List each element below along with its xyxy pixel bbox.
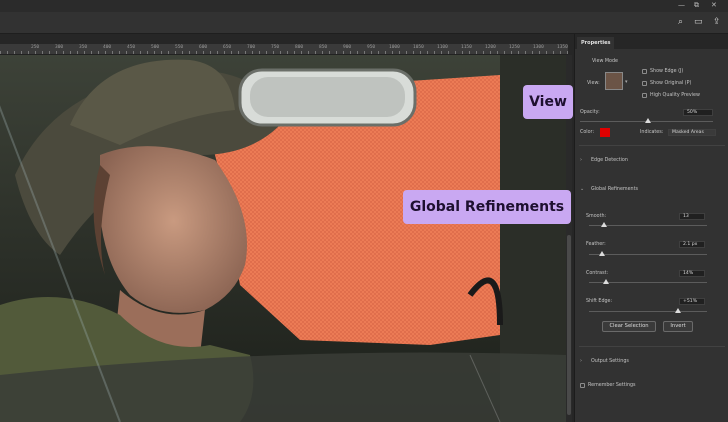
search-icon[interactable]: ⌕ [678, 17, 683, 27]
show-original-label: Show Original (P) [650, 81, 692, 86]
document-canvas[interactable] [0, 55, 566, 422]
opacity-slider-knob[interactable] [645, 118, 651, 123]
indicates-value: Masked Areas [672, 130, 704, 135]
ruler-tick: 1200 [485, 45, 496, 50]
feather-label: Feather: [586, 242, 606, 247]
feather-slider-knob[interactable] [599, 251, 605, 256]
global-refinements-label[interactable]: Global Refinements [591, 187, 638, 192]
minimize-icon[interactable]: — [678, 1, 685, 9]
share-icon[interactable]: ⇪ [713, 17, 721, 27]
ruler-tick: 1300 [533, 45, 544, 50]
scrollbar-thumb[interactable] [567, 235, 571, 415]
opacity-field[interactable]: 50% [683, 109, 713, 116]
ruler-tick: 500 [151, 45, 160, 50]
smooth-slider-knob[interactable] [601, 222, 607, 227]
smooth-field[interactable]: 13 [679, 213, 705, 220]
feather-field[interactable]: 2.1 px [679, 241, 705, 248]
ruler-tick: 550 [175, 45, 184, 50]
ruler-tick: 850 [319, 45, 328, 50]
ruler-tick: 1000 [389, 45, 400, 50]
show-original-checkbox[interactable] [642, 81, 647, 86]
indicates-label: Indicates: [640, 130, 664, 135]
ruler-tick: 650 [223, 45, 232, 50]
ruler-tick: 750 [271, 45, 280, 50]
opacity-label: Opacity: [580, 110, 600, 115]
shift-edge-slider[interactable] [589, 311, 707, 312]
shift-edge-field[interactable]: +51% [679, 298, 705, 305]
ruler-tick: 450 [127, 45, 136, 50]
smooth-label: Smooth: [586, 214, 607, 219]
ruler-tick: 900 [343, 45, 352, 50]
close-icon[interactable]: ✕ [711, 1, 717, 9]
ruler-tick: 300 [55, 45, 64, 50]
properties-panel: Properties View Mode View: ▾ Show Edge (… [574, 34, 728, 422]
color-label: Color: [580, 130, 595, 135]
color-swatch[interactable] [600, 128, 610, 137]
title-bar: — ⧉ ✕ [0, 0, 728, 12]
shift-edge-label: Shift Edge: [586, 299, 613, 304]
high-quality-checkbox[interactable] [642, 93, 647, 98]
contrast-slider-knob[interactable] [603, 279, 609, 284]
tab-properties[interactable]: Properties [577, 37, 615, 49]
ruler-tick: 250 [31, 45, 40, 50]
ruler-tick: 800 [295, 45, 304, 50]
ruler-tick: 1050 [413, 45, 424, 50]
high-quality-label: High Quality Preview [650, 93, 700, 98]
remember-settings-label: Remember Settings [588, 383, 636, 388]
remember-settings-checkbox[interactable] [580, 383, 585, 388]
show-edge-label: Show Edge (J) [650, 69, 684, 74]
view-label: View: [587, 81, 600, 86]
options-bar: ⌕ ▭ ⇪ [0, 12, 728, 34]
invert-button[interactable]: Invert [663, 321, 693, 332]
ruler-tick: 950 [367, 45, 376, 50]
clear-selection-button[interactable]: Clear Selection [602, 321, 656, 332]
contrast-field[interactable]: 14% [679, 270, 705, 277]
indicates-dropdown[interactable]: Masked Areas [668, 129, 716, 136]
horizontal-ruler: 250 300 350 400 450 500 550 600 650 700 … [0, 44, 568, 55]
view-dropdown-chevron-icon[interactable]: ▾ [625, 79, 628, 85]
ruler-tick-marks [0, 51, 568, 54]
photo-preview [0, 55, 566, 422]
global-refinements-chevron-icon[interactable]: ⌄ [580, 186, 584, 192]
output-settings-chevron-icon[interactable]: › [580, 358, 582, 364]
ruler-tick: 1150 [461, 45, 472, 50]
panel-tab-bar: Properties [575, 34, 728, 49]
view-thumbnail[interactable] [605, 72, 623, 90]
divider [579, 346, 725, 347]
edge-detection-label[interactable]: Edge Detection [591, 158, 628, 163]
ruler-tick: 400 [103, 45, 112, 50]
ruler-tick: 1100 [437, 45, 448, 50]
show-edge-checkbox[interactable] [642, 69, 647, 74]
ruler-tick: 600 [199, 45, 208, 50]
ruler-tick: 350 [79, 45, 88, 50]
workspace-icon[interactable]: ▭ [694, 17, 703, 27]
feather-slider[interactable] [589, 254, 707, 255]
ruler-tick: 700 [247, 45, 256, 50]
output-settings-label[interactable]: Output Settings [591, 359, 629, 364]
view-mode-heading: View Mode [592, 59, 618, 64]
divider [579, 145, 725, 146]
ruler-tick: 1250 [509, 45, 520, 50]
shift-edge-slider-knob[interactable] [675, 308, 681, 313]
ruler-tick: 1350 [557, 45, 568, 50]
view-callout: View [523, 85, 573, 119]
restore-icon[interactable]: ⧉ [694, 1, 699, 10]
contrast-label: Contrast: [586, 271, 609, 276]
edge-detection-chevron-icon[interactable]: › [580, 157, 582, 163]
global-refinements-callout: Global Refinements [403, 190, 571, 224]
